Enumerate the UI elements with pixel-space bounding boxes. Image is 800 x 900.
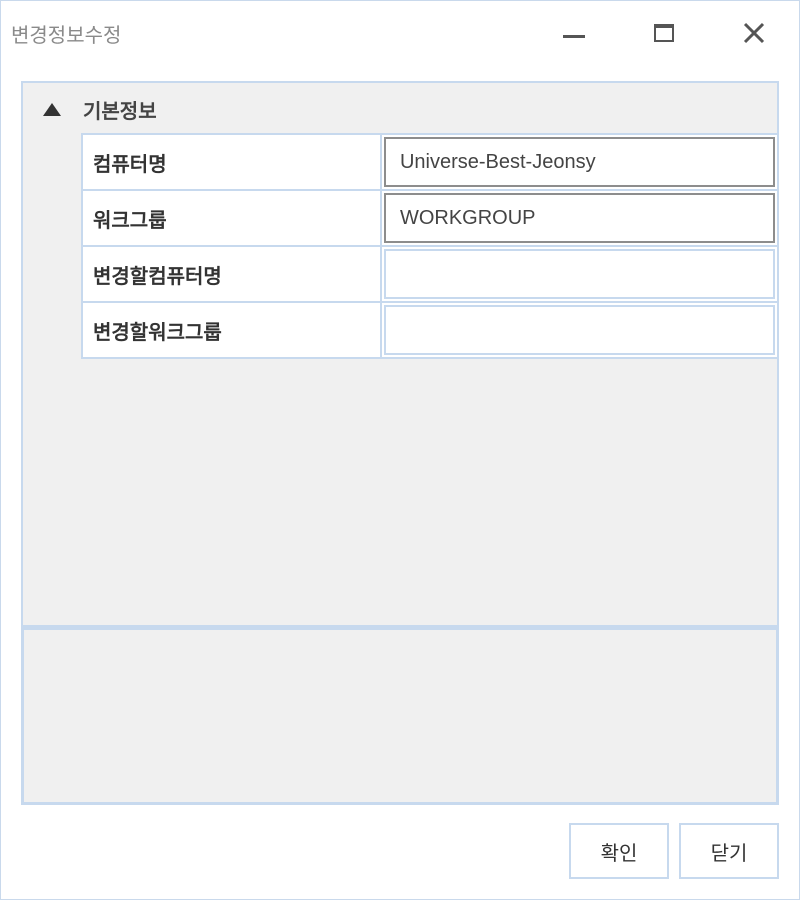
maximize-button[interactable] xyxy=(647,17,681,51)
dialog-window: 변경정보수정 기본정보 컴퓨터명 Universe-Best-Jeonsy 워크… xyxy=(0,0,800,900)
minimize-icon xyxy=(563,35,585,38)
triangle-up-icon[interactable] xyxy=(43,103,61,116)
property-row: 컴퓨터명 Universe-Best-Jeonsy xyxy=(81,133,780,191)
new-computer-name-field[interactable] xyxy=(383,249,775,299)
minimize-button[interactable] xyxy=(557,17,591,51)
computer-name-field[interactable]: Universe-Best-Jeonsy xyxy=(383,137,775,187)
workgroup-field[interactable]: WORKGROUP xyxy=(383,193,775,243)
section-title: 기본정보 xyxy=(83,98,157,123)
property-label: 변경할워크그룹 xyxy=(81,301,382,359)
window-title: 변경정보수정 xyxy=(11,23,122,47)
property-row: 변경할워크그룹 xyxy=(81,301,780,359)
close-button[interactable]: 닫기 xyxy=(679,823,779,879)
maximize-icon xyxy=(654,24,674,42)
close-icon xyxy=(743,22,765,44)
description-area xyxy=(21,627,779,805)
property-label: 변경할컴퓨터명 xyxy=(81,245,382,303)
property-label: 컴퓨터명 xyxy=(81,133,382,191)
property-label: 워크그룹 xyxy=(81,189,382,247)
property-row: 워크그룹 WORKGROUP xyxy=(81,189,780,247)
properties-panel: 기본정보 컴퓨터명 Universe-Best-Jeonsy 워크그룹 WORK… xyxy=(21,81,780,627)
new-workgroup-field[interactable] xyxy=(383,305,775,355)
property-grid: 컴퓨터명 Universe-Best-Jeonsy 워크그룹 WORKGROUP… xyxy=(81,133,780,359)
ok-button[interactable]: 확인 xyxy=(569,823,669,879)
property-row: 변경할컴퓨터명 xyxy=(81,245,780,303)
section-header[interactable]: 기본정보 xyxy=(43,95,157,123)
close-window-button[interactable] xyxy=(737,17,771,51)
